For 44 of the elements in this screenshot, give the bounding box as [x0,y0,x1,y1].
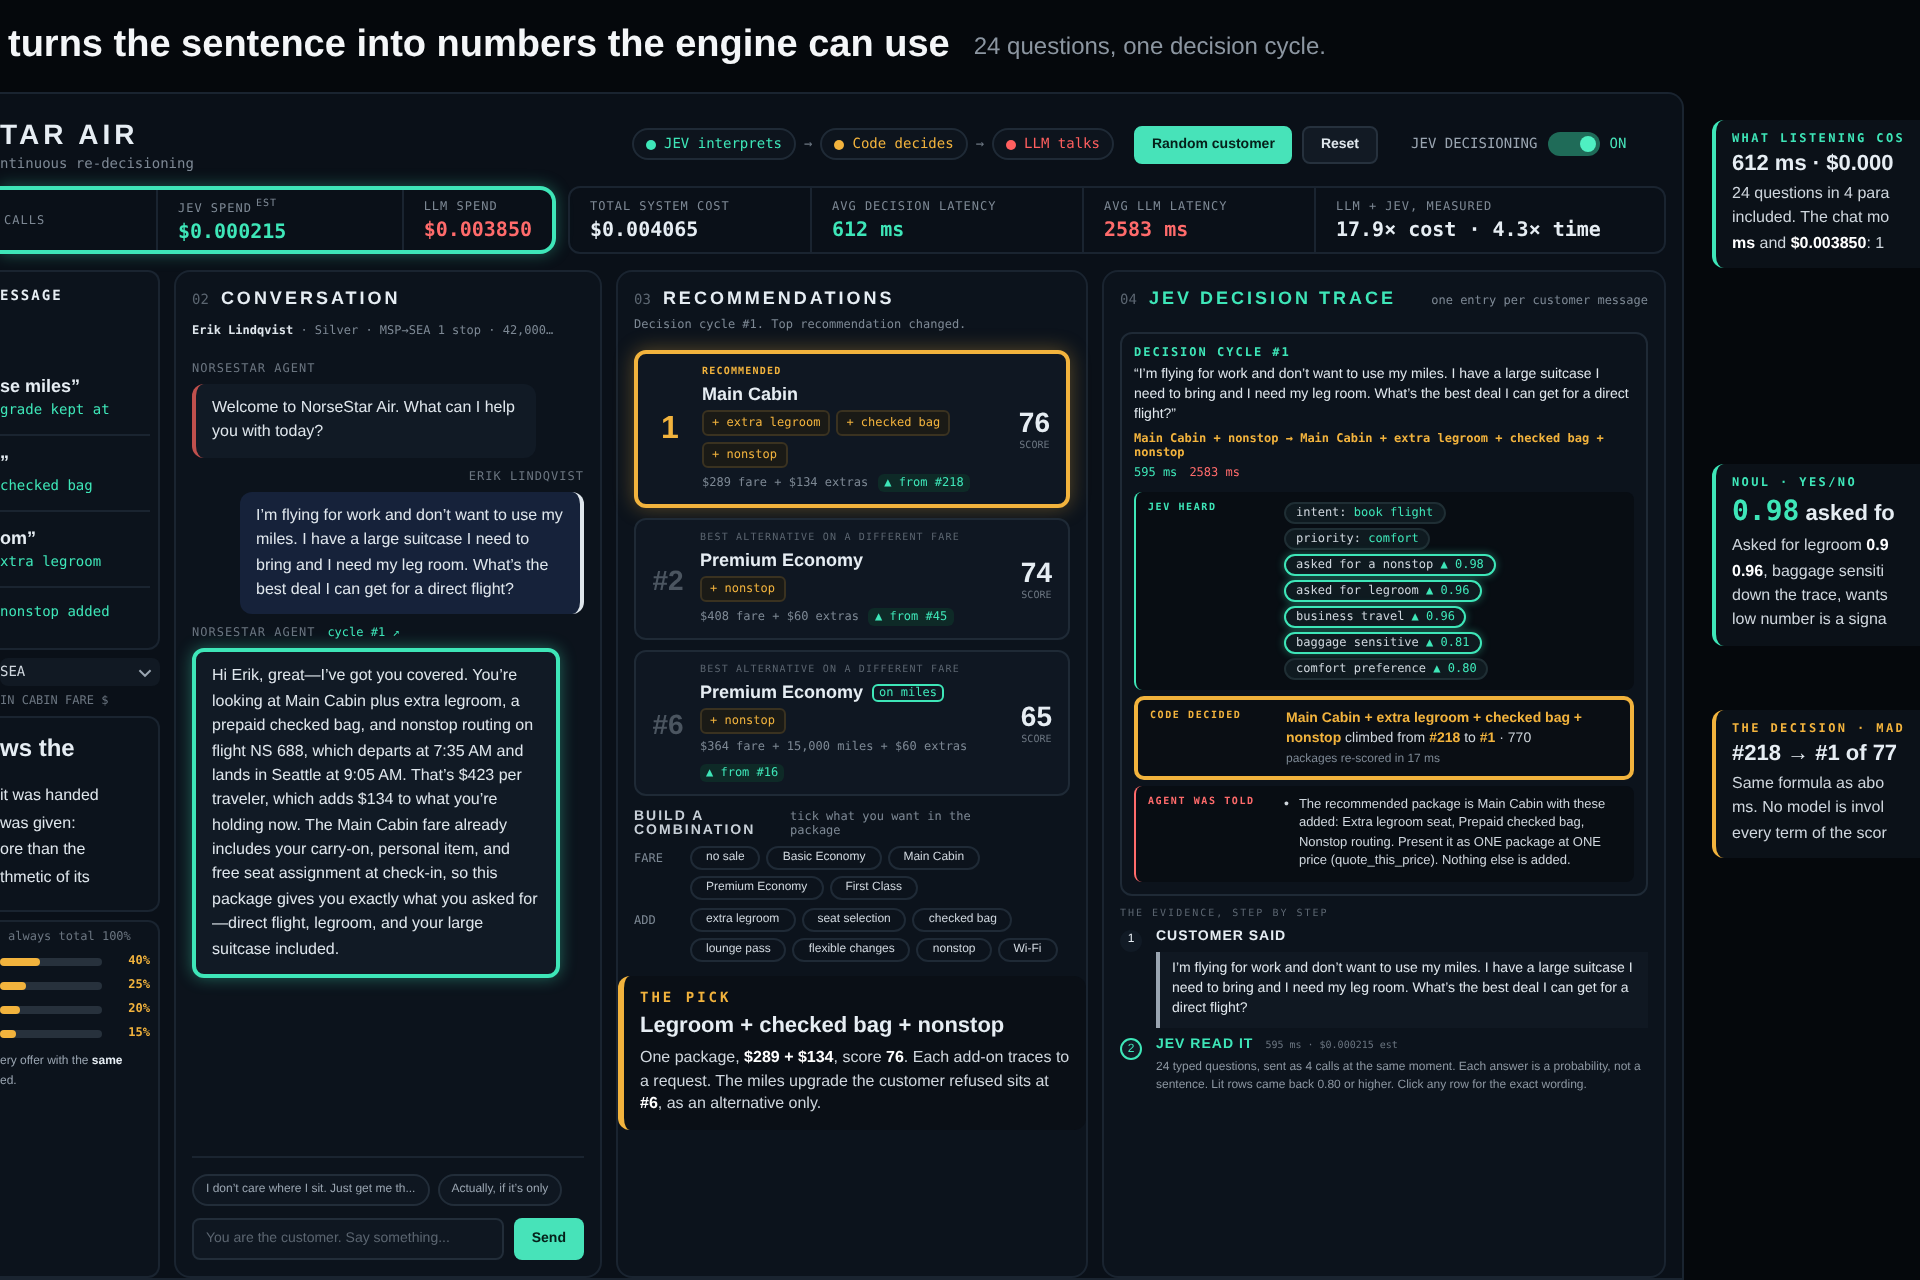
slider-track[interactable] [0,1005,102,1014]
brand-name: TAR AIR [0,117,141,149]
metric-value: 612 ms [832,219,907,241]
metric-value: 17.9× cost · 4.3× time [1336,219,1603,241]
callout-text: Same formula as abo ms. No model is invol every term of the scor [1732,771,1889,846]
rank-number: #6 [652,707,684,739]
fare-name: Premium Economy [700,682,864,702]
score-value: 76 [1018,406,1050,438]
chat-bubble: Hi Erik, great—I’ve got you covered. You’re looking at Main Cabin plus extra legroom, a prepaid checked bag, and nonstop routing on flight NS 688, which departs at 7:35 AM and lands in Seattle at 9:05 AM. That’s $423 per traveler, which adds $134 to what you’re holding now. The Main Cabin fare already includes your carry-on, personal item, and free seat assignment at check-in, so this package gives you exactly what you asked for—direct flight, legroom, and your large suitcase included. [192,648,560,979]
card-title: Legroom + checked bag + nonstop [640,1014,1007,1038]
rank-number: 1 [659,411,681,447]
page-subtitle: 24 questions, one decision cycle. [973,32,1326,60]
metric-value: $0.000215 [177,221,289,243]
panel-title: JEV DECISION TRACE [1148,288,1396,308]
metric-value: $0.004065 [590,219,701,241]
card-text: One package, $289 + $134, score 76. Each add-on traces to a request. The miles upgrade the customer refused sits at #6, as an alternative only. [640,1046,1070,1116]
score-value: 74 [1020,556,1052,588]
panel-title: CONVERSATION [220,288,401,308]
chevron-icon [138,667,152,677]
metric-value: $0.003850 [423,219,532,241]
slider-track[interactable] [0,981,102,990]
page-headline: turns the sentence into numbers the engine can use [8,24,950,68]
chat-bubble: Welcome to NorseStar Air. What can I help you with today? [192,384,536,458]
panel-title: RECOMMENDATIONS [662,288,895,308]
callout-headline: 612 ms · $0.000 [1732,152,1894,176]
slider-track[interactable] [0,1029,102,1038]
toggle-switch[interactable] [1547,132,1600,156]
card-text: it was handed was given: ore than the thmetic of its [0,784,101,890]
slider-track[interactable] [0,957,102,966]
rank-number: #2 [652,563,684,595]
message-quote: se miles” [0,376,83,396]
callout-headline: #218 → #1 of 77 [1732,741,1898,766]
message-quote: ” [0,452,11,472]
chat-bubble: I’m flying for work and don’t want to use my miles. I have a large suitcase I need to bring and I need my leg room. What’s the best deal I can get for a direct flight? [240,491,584,615]
callout-text: Asked for legroom 0.9 0.96, baggage sensiti down the trace, wants low number is a signa [1732,534,1891,633]
score-value: 65 [1020,700,1052,732]
card-title: ws the [0,734,77,762]
callout-value: 0.98 [1732,496,1800,529]
message-quote: om” [0,528,38,548]
fare-name: Main Cabin [702,384,799,404]
fare-name: Premium Economy [700,550,864,570]
metric-value: 2583 ms [1104,219,1191,241]
callout-headline: asked fo [1805,502,1895,527]
callout-text: 24 questions in 4 para included. The chat mo ms and $0.003850: 1 [1732,182,1892,256]
